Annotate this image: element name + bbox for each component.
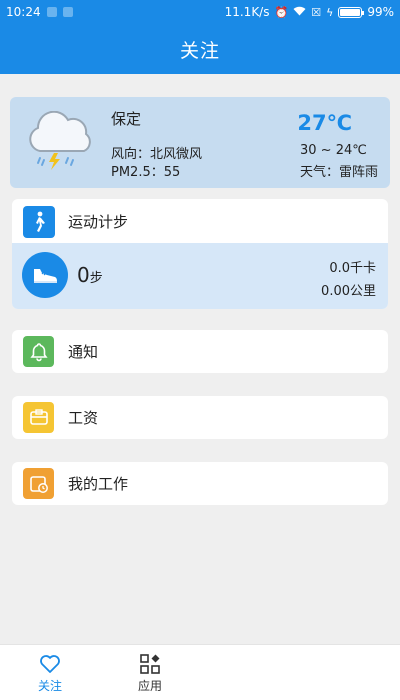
- notification-app-icon: [46, 7, 57, 17]
- step-count: 0步: [77, 263, 103, 287]
- tab-follow[interactable]: 关注: [15, 645, 85, 700]
- network-speed: 11.1K/s: [224, 5, 270, 19]
- shoe-icon: [22, 252, 68, 298]
- battery-percent: 99%: [367, 5, 394, 19]
- status-bar: 10:24 11.1K/s ⏰ ☒ ϟ 99%: [0, 0, 400, 24]
- step-stats-panel: 0步 0.0千卡 0.00公里: [12, 243, 388, 309]
- heart-icon: [39, 653, 61, 675]
- alarm-icon: ⏰: [274, 5, 289, 19]
- weather-city: 保定: [111, 110, 142, 128]
- wifi-icon: [293, 6, 306, 18]
- charging-icon: ϟ: [326, 5, 334, 19]
- weather-temperature: 27℃: [297, 111, 352, 135]
- thunderstorm-cloud-icon: [29, 111, 91, 170]
- weather-range: 30 ~ 24℃: [300, 143, 367, 158]
- distance-value: 0.00公里: [321, 284, 376, 299]
- menu-item-label: 通知: [68, 343, 99, 361]
- tab-label: 关注: [37, 678, 62, 693]
- weather-card[interactable]: 保定 风向：北风微风 PM2.5：55 27℃ 30 ~ 24℃ 天气：雷阵雨: [10, 97, 390, 188]
- bell-icon: [23, 336, 54, 367]
- tab-apps[interactable]: 应用: [115, 645, 185, 700]
- tab-label: 应用: [137, 678, 162, 693]
- weather-pm25: PM2.5：55: [111, 165, 181, 180]
- calories-value: 0.0千卡: [329, 261, 376, 276]
- menu-item-label: 工资: [68, 409, 99, 427]
- status-time: 10:24: [6, 5, 41, 19]
- menu-item-salary[interactable]: 工资: [12, 396, 388, 439]
- notification-app-icon: [62, 7, 73, 17]
- bottom-tab-bar: 关注 应用: [0, 644, 400, 700]
- wallet-icon: [23, 402, 54, 433]
- step-counter-header[interactable]: 运动计步: [12, 199, 388, 243]
- walking-icon: [23, 206, 55, 238]
- page-title: 关注: [179, 39, 220, 62]
- battery-icon: [338, 6, 365, 18]
- weather-wind: 风向：北风微风: [111, 147, 203, 162]
- step-counter-card[interactable]: 运动计步 0步 0.0千卡 0.00公里: [12, 199, 388, 309]
- weather-condition: 天气：雷阵雨: [300, 165, 379, 180]
- app-bar: 关注: [0, 24, 400, 74]
- menu-item-notification[interactable]: 通知: [12, 330, 388, 373]
- step-count-unit: 步: [89, 271, 103, 286]
- apps-icon: [139, 653, 161, 675]
- step-counter-title: 运动计步: [68, 213, 129, 231]
- menu-item-my-work[interactable]: 我的工作: [12, 462, 388, 505]
- sim-off-icon: ☒: [311, 5, 322, 19]
- calendar-clock-icon: [23, 468, 54, 499]
- step-count-value: 0: [77, 263, 90, 287]
- menu-item-label: 我的工作: [68, 475, 129, 493]
